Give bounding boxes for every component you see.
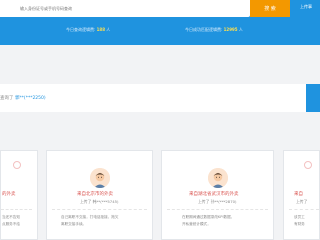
today-match-label: 今日成功匹配逻辑费: — [185, 27, 223, 32]
report-card[interactable]: 来自 上传了 该员工 有财务 — [283, 150, 320, 240]
avatar-icon — [90, 168, 110, 188]
card-description: 该员工 有财务 — [294, 214, 305, 228]
card-divider — [167, 209, 268, 210]
card-description-line: 离职交接手续。 — [61, 222, 87, 226]
card-description: 自己离职不交接，打电话拒接，拖欠 离职交接手续。 — [61, 214, 119, 228]
report-card[interactable]: 来自北京市的外卖 上传了 韩**(***5745) 自己离职不交接，打电话拒接，… — [46, 150, 153, 240]
card-description-line: 自己离职不交接，打电话拒接，拖欠 — [61, 215, 119, 219]
card-divider — [1, 209, 32, 210]
today-match-count: 12995 — [223, 27, 238, 32]
recent-query-text: 查询了 郭**(***2250) — [0, 95, 46, 101]
today-query-unit: 人 — [106, 27, 111, 32]
card-description: 在职期间通过数据录改KPI数据， 开私营统计模式， — [182, 214, 234, 228]
card-title: 来自北京市的外卖 — [77, 192, 113, 197]
card-title: 来自 — [294, 192, 303, 197]
card-description-line: 在职期间通过数据录改KPI数据， — [182, 215, 235, 219]
card-description-line: 点服务不给 — [2, 222, 20, 226]
today-query-stat: 今日查询逻辑费: 188 人 — [66, 27, 110, 33]
card-divider — [52, 209, 147, 210]
search-input[interactable] — [0, 0, 250, 17]
search-button[interactable]: 搜 索 — [250, 0, 290, 17]
search-box — [0, 0, 250, 17]
today-match-stat: 今日成功匹配逻辑费: 12995 人 — [185, 27, 243, 33]
card-description-line: 有财务 — [294, 222, 305, 226]
card-title: 来自湖北省武汉市的外卖 — [189, 192, 239, 197]
card-description-line: 该员工 — [294, 215, 305, 219]
upload-link[interactable]: 上传事 — [300, 4, 312, 10]
card-uploader: 上传了 — [296, 199, 308, 204]
card-title: 的外卖 — [2, 192, 16, 197]
report-card[interactable]: 的外卖 当还不告知 点服务不给 — [0, 150, 38, 240]
badge-icon — [13, 161, 21, 169]
avatar-icon — [208, 168, 228, 188]
card-uploader: 上传了 孙**(***2870) — [198, 199, 237, 204]
recent-query-prefix: 查询了 — [0, 96, 14, 101]
card-description-line: 当还不告知 — [2, 215, 20, 219]
recent-query-name: 郭**(***2250) — [14, 96, 46, 101]
badge-icon — [304, 161, 312, 169]
side-tab[interactable] — [306, 84, 320, 112]
today-query-count: 188 — [96, 27, 105, 32]
card-uploader: 上传了 韩**(***5745) — [80, 199, 119, 204]
card-description: 当还不告知 点服务不给 — [2, 214, 20, 228]
card-description-line: 开私营统计模式， — [182, 222, 211, 226]
today-match-unit: 人 — [238, 27, 243, 32]
today-query-label: 今日查询逻辑费: — [66, 27, 96, 32]
card-divider — [289, 209, 319, 210]
report-card[interactable]: 来自湖北省武汉市的外卖 上传了 孙**(***2870) 在职期间通过数据录改K… — [161, 150, 274, 240]
